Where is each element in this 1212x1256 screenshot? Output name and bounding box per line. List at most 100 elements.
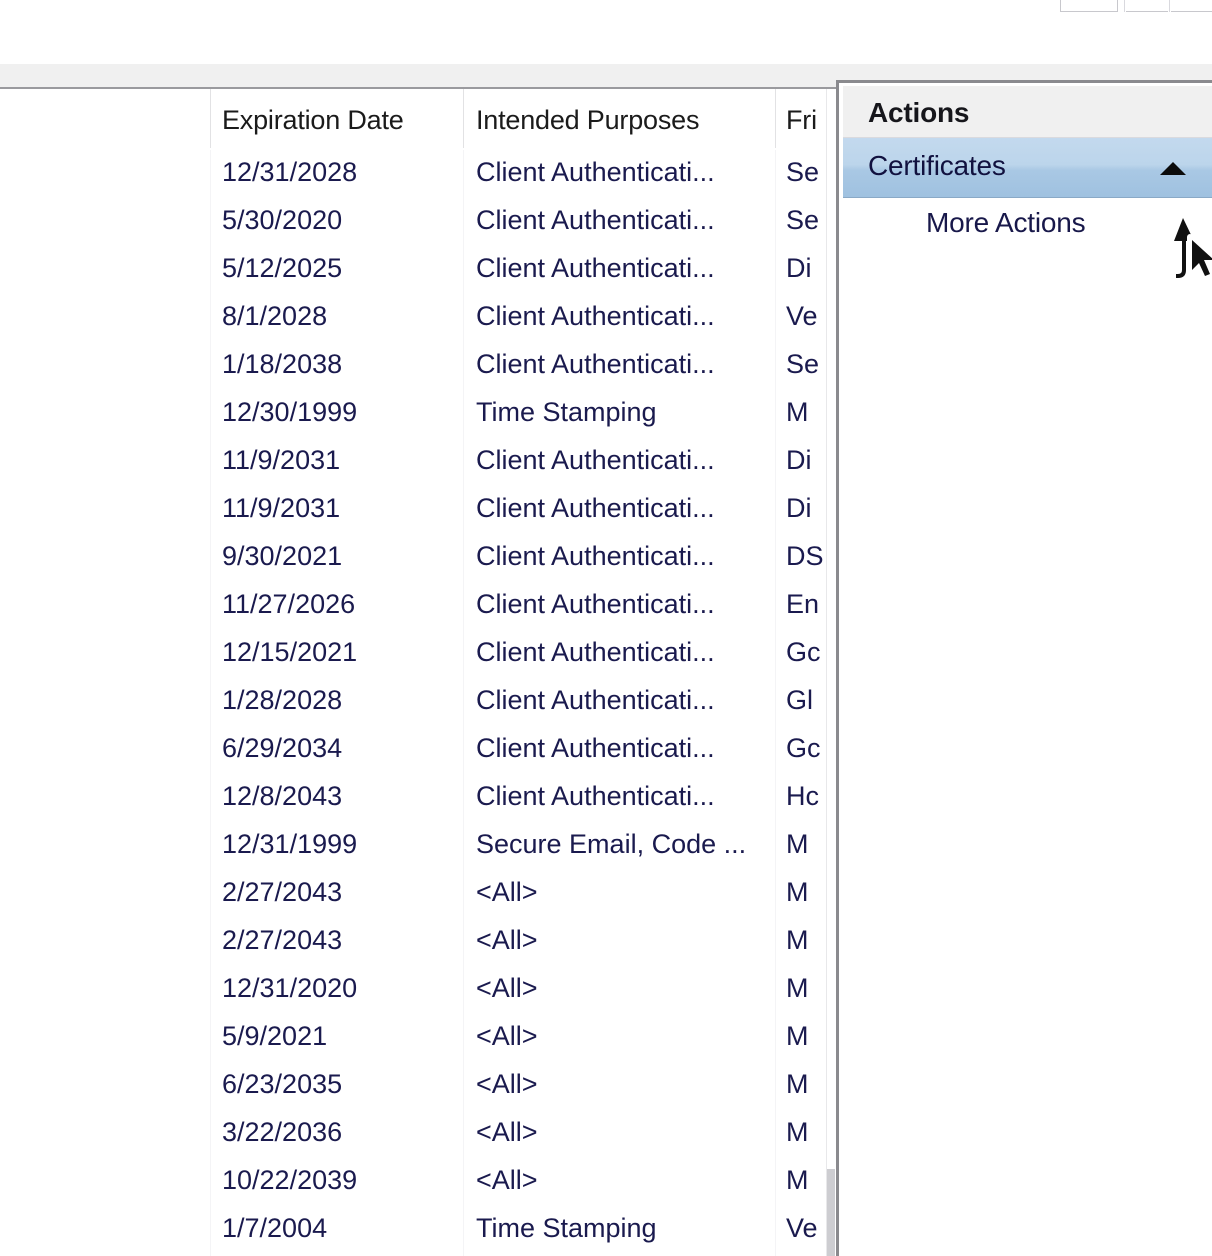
cell-expiration-date: 12/8/2043 <box>222 781 457 812</box>
table-row[interactable]: TED, (c)97 Ve...1/7/2004Time StampingVe <box>0 1206 836 1254</box>
header-divider-purposes[interactable] <box>775 89 776 148</box>
column-header-friendly-name[interactable]: Fri <box>786 105 817 136</box>
actions-group-label: Certificates <box>868 150 1006 182</box>
cell-intended-purposes: <All> <box>476 925 771 956</box>
toolbar-divider-2 <box>1169 0 1170 12</box>
toolbar-button-3[interactable] <box>1171 0 1212 12</box>
table-row[interactable]: icate Authori...3/22/2036<All>M <box>0 1110 836 1158</box>
table-row[interactable]: y Certificatio...8/1/2028Client Authenti… <box>0 294 836 342</box>
cell-issued-to: ication Auth... <box>0 349 205 380</box>
table-row[interactable]: ct Root Certi...2/27/2043<All>M <box>0 870 836 918</box>
cell-intended-purposes: Client Authenticati... <box>476 445 771 476</box>
cell-issued-to: ot Certificate ... <box>0 925 205 956</box>
toolbar-button-2[interactable] <box>1126 0 1168 12</box>
table-row[interactable]: tion Authority 11/27/2026 Client Authentic… <box>0 582 836 630</box>
cell-expiration-date: 2/27/2043 <box>222 925 457 956</box>
scrollbar-thumb[interactable] <box>827 1169 835 1256</box>
cell-expiration-date: 10/22/2039 <box>222 1165 457 1196</box>
certificate-rows: ces12/31/2028Client Authenticati...Se Ro… <box>0 150 836 1254</box>
cell-intended-purposes: Client Authenticati... <box>476 349 771 380</box>
cell-issued-to: icate Authori... <box>0 1117 205 1148</box>
cell-expiration-date: 5/12/2025 <box>222 253 457 284</box>
cell-intended-purposes: <All> <box>476 1021 771 1052</box>
cell-issued-to: tion Authority <box>0 589 205 620</box>
cell-expiration-date: 12/31/2028 <box>222 157 457 188</box>
actions-item-label: More Actions <box>926 207 1085 239</box>
chevron-up-icon[interactable] <box>1160 162 1186 175</box>
cell-intended-purposes: Time Stamping <box>476 1213 771 1244</box>
table-row[interactable]: nce EV Root ...11/9/2031Client Authentic… <box>0 486 836 534</box>
cell-intended-purposes: Client Authenticati... <box>476 589 771 620</box>
table-row[interactable]: ot CA - 0312/8/2043Client Authenticati..… <box>0 774 836 822</box>
cell-intended-purposes: Secure Email, Code ... <box>476 829 771 860</box>
cell-expiration-date: 12/15/2021 <box>222 637 457 668</box>
toolbar-strip <box>0 0 1212 14</box>
list-vertical-scrollbar[interactable] <box>826 89 836 1256</box>
cell-intended-purposes: Time Stamping <box>476 397 771 428</box>
cell-issued-to: icate Authori... <box>0 1021 205 1052</box>
table-row[interactable]: icate Authori...6/23/2035<All>M <box>0 1062 836 1110</box>
header-divider-issued-to[interactable] <box>210 89 211 148</box>
cell-expiration-date: 1/7/2004 <box>222 1213 457 1244</box>
cell-expiration-date: 6/23/2035 <box>222 1069 457 1100</box>
actions-pane-title: Actions <box>868 97 969 129</box>
cell-expiration-date: 11/9/2031 <box>222 493 457 524</box>
cell-expiration-date: 11/27/2026 <box>222 589 457 620</box>
certificate-list-view[interactable]: Expiration Date Intended Purposes Fri ce… <box>0 89 836 1256</box>
cell-intended-purposes: <All> <box>476 877 771 908</box>
cell-expiration-date: 12/31/1999 <box>222 829 457 860</box>
cell-expiration-date: 5/9/2021 <box>222 1021 457 1052</box>
table-row[interactable]: 9/30/2021Client Authenticati...DS <box>0 534 836 582</box>
cell-issued-to: icate Authori... <box>0 1069 205 1100</box>
cell-expiration-date: 12/31/2020 <box>222 973 457 1004</box>
toolbar-button-1[interactable] <box>1060 0 1118 12</box>
cell-expiration-date: 12/30/1999 <box>222 397 457 428</box>
table-row[interactable]: ot Certificate ...2/27/2043<All>M <box>0 918 836 966</box>
cell-expiration-date: 2/27/2043 <box>222 877 457 908</box>
cell-issued-to: ct Root Certi... <box>0 877 205 908</box>
cell-expiration-date: 6/29/2034 <box>222 733 457 764</box>
cell-issued-to: tification Au... <box>0 733 205 764</box>
table-row[interactable]: icrosoft Corp.12/30/1999Time StampingM <box>0 390 836 438</box>
cell-issued-to: y Certificatio... <box>0 301 205 332</box>
cell-issued-to: p Root Certif... <box>0 1165 205 1196</box>
cell-issued-to: ces <box>0 157 205 188</box>
table-row[interactable]: p Root Certif...10/22/2039<All>M <box>0 1158 836 1206</box>
cell-issued-to: icrosoft Corp. <box>0 397 205 428</box>
cell-intended-purposes: Client Authenticati... <box>476 541 771 572</box>
cell-issued-to: Root <box>0 205 205 236</box>
table-row[interactable]: ication Auth...1/18/2038Client Authentic… <box>0 342 836 390</box>
certificates-mmc-window: Expiration Date Intended Purposes Fri ce… <box>0 0 1212 1256</box>
cell-expiration-date: 3/22/2036 <box>222 1117 457 1148</box>
table-row[interactable]: 12/15/2021Client Authenticati...Gc <box>0 630 836 678</box>
cell-issued-to: TED, (c)97 Ve... <box>0 1213 205 1244</box>
table-row[interactable]: icate Authori...5/9/2021<All>M <box>0 1014 836 1062</box>
cell-issued-to: CA <box>0 445 205 476</box>
cell-expiration-date: 1/28/2028 <box>222 685 457 716</box>
cell-intended-purposes: <All> <box>476 1165 771 1196</box>
list-header-row: Expiration Date Intended Purposes Fri <box>0 89 836 150</box>
actions-pane-header: Actions <box>843 86 1212 138</box>
table-row[interactable]: Root5/30/2020Client Authenticati...Se <box>0 198 836 246</box>
cell-expiration-date: 5/30/2020 <box>222 205 457 236</box>
table-row[interactable]: Root5/12/2025Client Authenticati...Di <box>0 246 836 294</box>
table-row[interactable]: tification Au... 6/29/2034 Client Authenti… <box>0 726 836 774</box>
table-row[interactable]: ority12/31/2020<All>M <box>0 966 836 1014</box>
header-divider-expiration[interactable] <box>463 89 464 148</box>
cell-intended-purposes: Client Authenticati... <box>476 253 771 284</box>
table-row[interactable]: ode(tm) Root...12/31/1999Secure Email, C… <box>0 822 836 870</box>
column-header-intended-purposes[interactable]: Intended Purposes <box>476 105 699 136</box>
actions-group-certificates[interactable]: Certificates <box>843 138 1212 198</box>
cell-expiration-date: 8/1/2028 <box>222 301 457 332</box>
table-row[interactable]: ces12/31/2028Client Authenticati...Se <box>0 150 836 198</box>
cell-issued-to: Root <box>0 253 205 284</box>
table-row[interactable]: CA11/9/2031Client Authenticati...Di <box>0 438 836 486</box>
actions-item-more-actions[interactable]: More Actions <box>843 198 1212 256</box>
cell-intended-purposes: Client Authenticati... <box>476 493 771 524</box>
cell-intended-purposes: Client Authenticati... <box>476 733 771 764</box>
column-header-expiration-date[interactable]: Expiration Date <box>222 105 404 136</box>
actions-pane: Actions Certificates More Actions <box>836 80 1212 1256</box>
table-row[interactable]: 1/28/2028Client Authenticati...Gl <box>0 678 836 726</box>
cell-expiration-date: 11/9/2031 <box>222 445 457 476</box>
actions-pane-inner: Actions Certificates More Actions <box>842 86 1212 1256</box>
